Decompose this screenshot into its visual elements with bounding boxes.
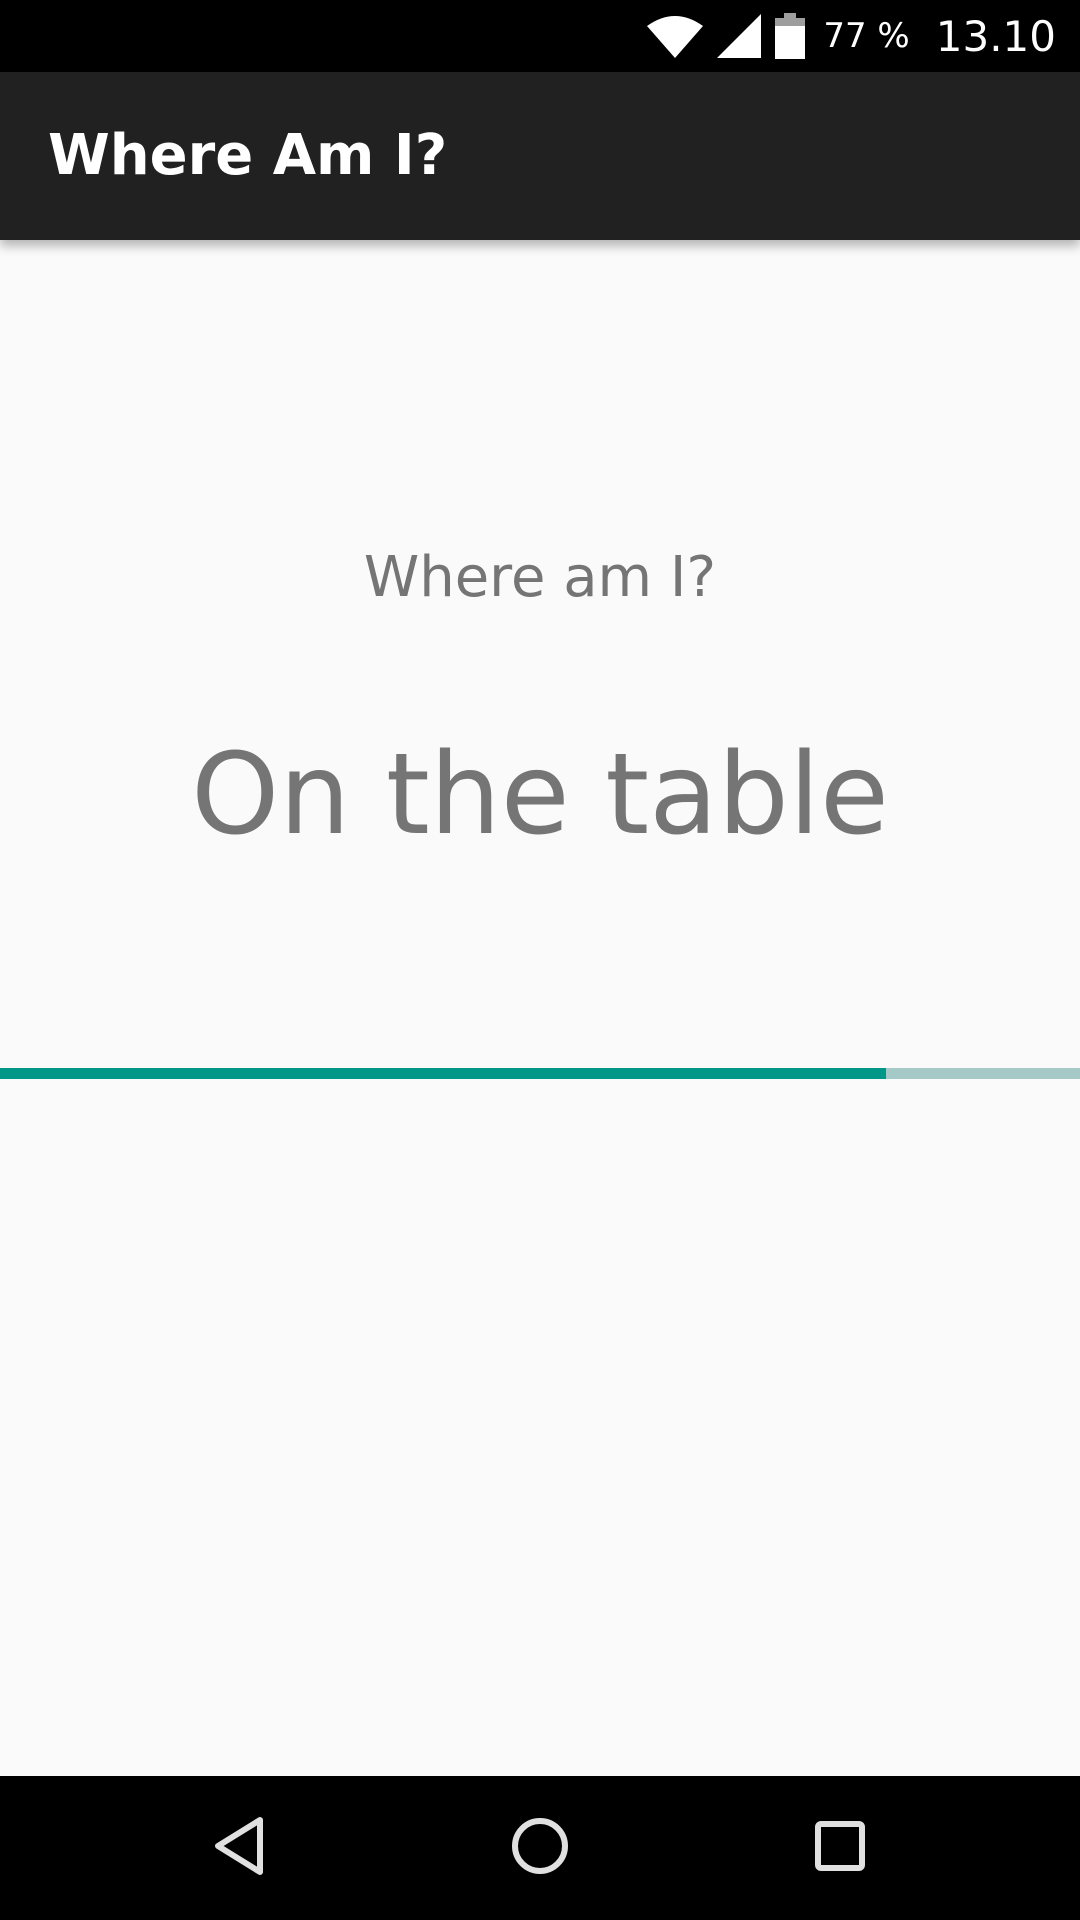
screen: 77 % 13.10 Where Am I? Where am I? On th… bbox=[0, 0, 1080, 1920]
location-answer: On the table bbox=[191, 730, 889, 860]
app-title: Where Am I? bbox=[48, 123, 448, 188]
status-icons: 77 % 13.10 bbox=[647, 0, 1056, 72]
navigation-bar bbox=[0, 1776, 1080, 1920]
status-bar: 77 % 13.10 bbox=[0, 0, 1080, 72]
back-icon bbox=[212, 1816, 268, 1880]
cell-signal-icon bbox=[717, 14, 762, 58]
battery-icon bbox=[775, 13, 806, 59]
home-icon bbox=[510, 1816, 570, 1880]
progress-fill bbox=[0, 1068, 886, 1079]
recents-button[interactable] bbox=[760, 1776, 920, 1920]
battery-percentage: 77 % bbox=[823, 16, 910, 56]
app-bar: Where Am I? bbox=[0, 72, 1080, 240]
recents-icon bbox=[814, 1820, 866, 1876]
back-button[interactable] bbox=[160, 1776, 320, 1920]
wifi-icon bbox=[647, 14, 704, 58]
question-label: Where am I? bbox=[363, 545, 717, 610]
progress-bar bbox=[0, 1068, 1080, 1079]
clock: 13.10 bbox=[935, 11, 1056, 61]
home-button[interactable] bbox=[460, 1776, 620, 1920]
